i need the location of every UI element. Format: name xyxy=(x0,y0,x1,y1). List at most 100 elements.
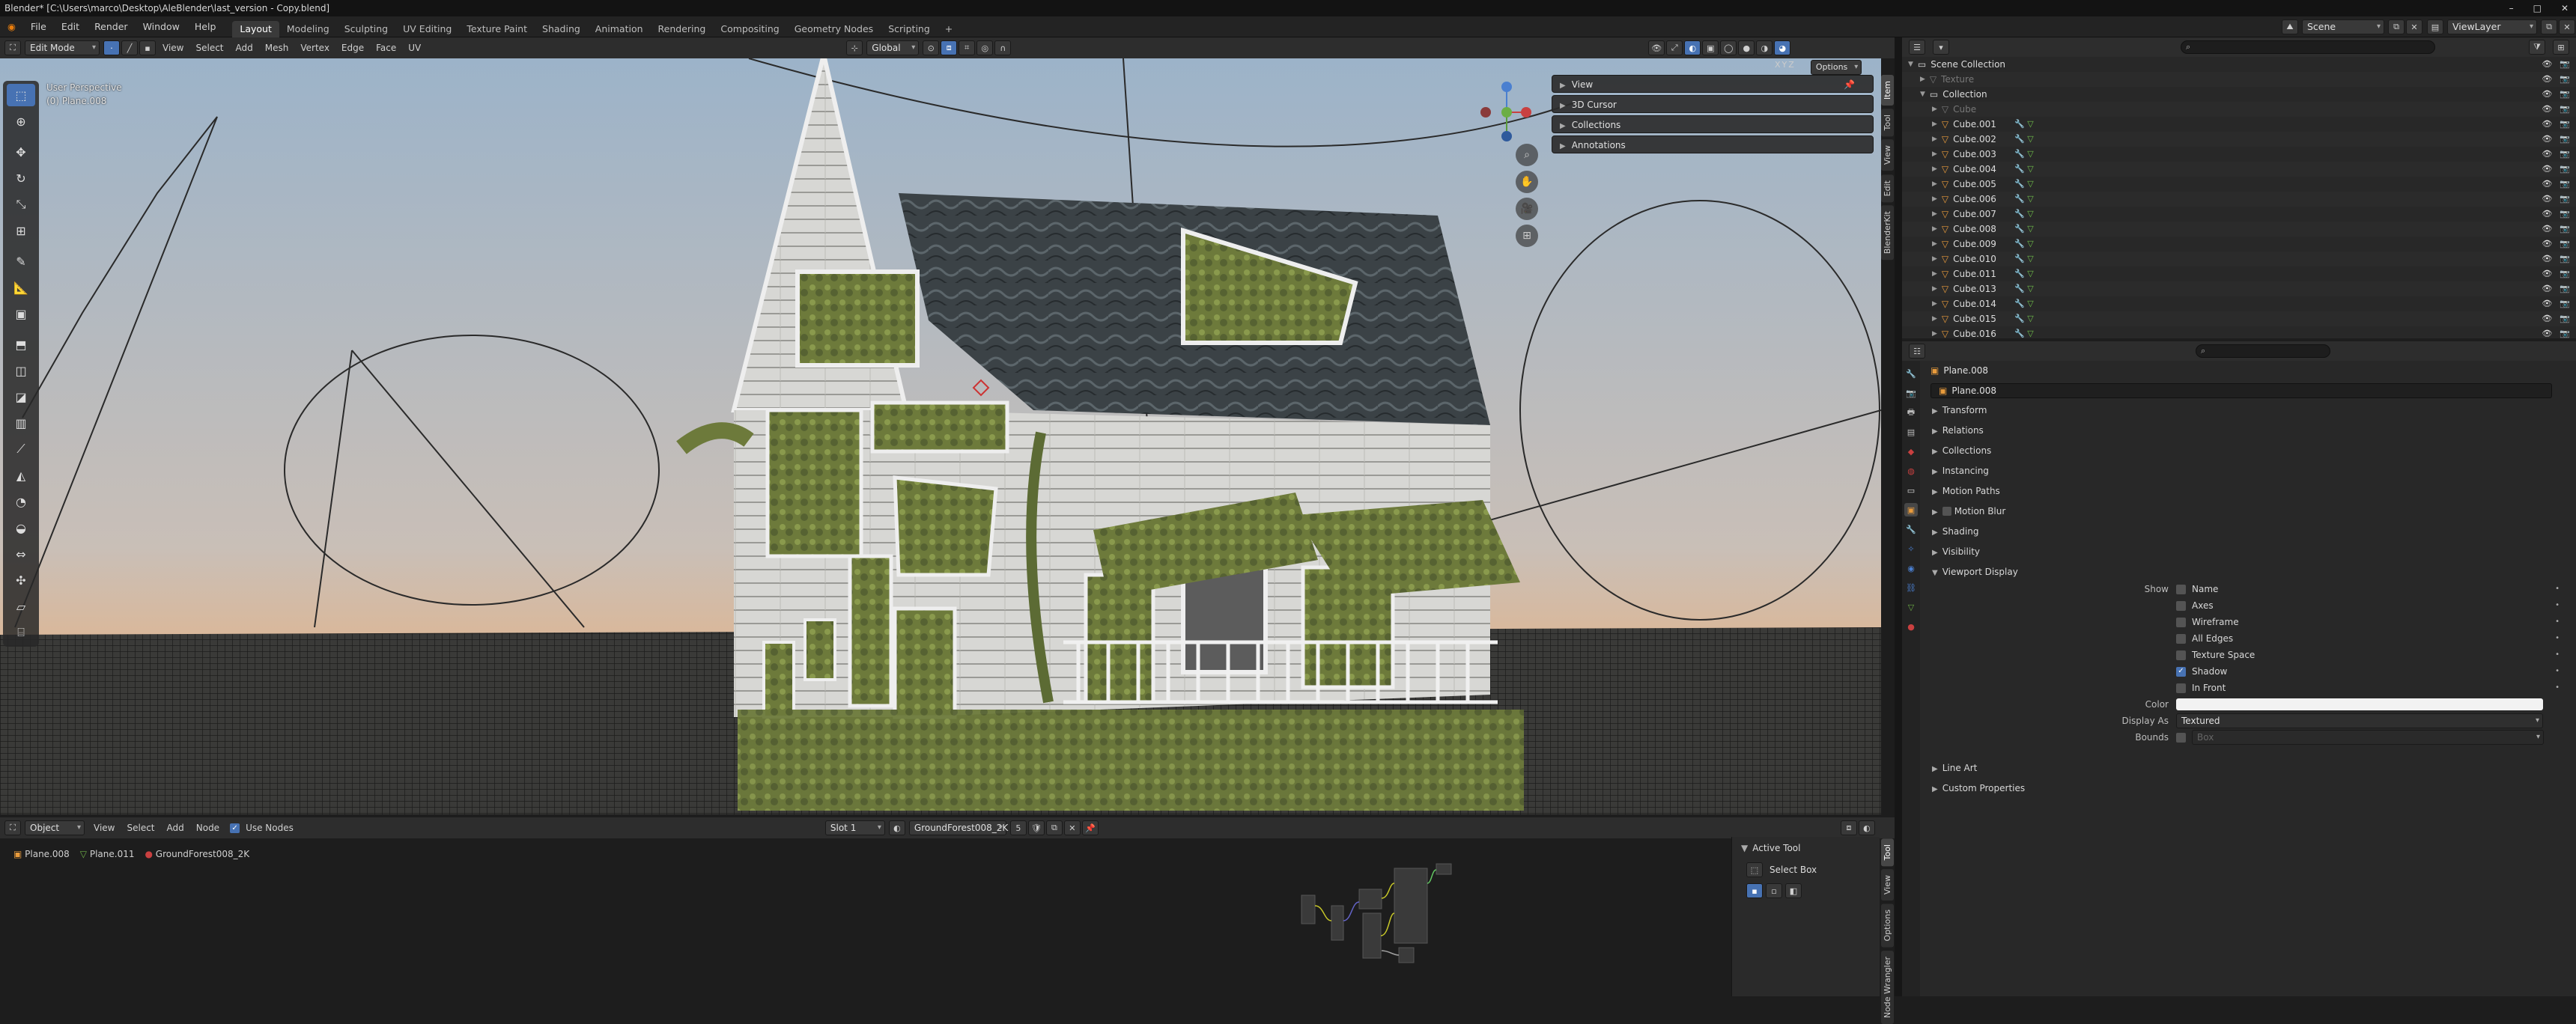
section-viewport-display[interactable]: ▼ Viewport Display xyxy=(1922,563,2576,581)
outliner-row[interactable]: ▶ ▽ Cube.006 🔧 ▽ 👁 📷 xyxy=(1902,192,2576,207)
cursor-tool-icon[interactable]: ⊕ xyxy=(7,110,35,132)
eye-icon[interactable]: 👁 xyxy=(2542,162,2552,177)
tab-blenderkit[interactable]: BlenderKit xyxy=(1880,204,1894,260)
tab-edit[interactable]: Edit xyxy=(1880,174,1894,202)
eye-icon[interactable]: 👁 xyxy=(2542,252,2552,266)
render-camera-icon[interactable]: 📷 xyxy=(2560,252,2570,266)
tab-modeling[interactable]: Modeling xyxy=(279,21,337,37)
expand-arrow-icon[interactable]: ▶ xyxy=(1932,177,1937,192)
material-tab-icon[interactable]: ● xyxy=(1904,620,1918,633)
pivot-icon[interactable]: ⊙ xyxy=(923,40,940,55)
render-camera-icon[interactable]: 📷 xyxy=(2560,207,2570,222)
pan-hand-icon[interactable]: ✋ xyxy=(1516,171,1538,193)
editor-type-icon[interactable]: ⛶ xyxy=(4,40,21,55)
outliner-search-input[interactable] xyxy=(2181,40,2435,54)
render-camera-icon[interactable]: 📷 xyxy=(2560,222,2570,237)
select-box-icon[interactable]: ⬚ xyxy=(1746,862,1763,877)
camera-view-icon[interactable]: 🎥 xyxy=(1516,198,1538,220)
node-tab-view[interactable]: View xyxy=(1880,869,1894,901)
expand-arrow-icon[interactable]: ▶ xyxy=(1932,222,1937,237)
filter-icon[interactable]: ⧩ xyxy=(2529,40,2545,55)
outliner-row[interactable]: ▶ ▽ Cube.007 🔧 ▽ 👁 📷 xyxy=(1902,207,2576,222)
new-scene-icon[interactable]: ⧉ xyxy=(2388,19,2405,34)
render-camera-icon[interactable]: 📷 xyxy=(2560,281,2570,296)
extrude-tool-icon[interactable]: ⬒ xyxy=(7,333,35,356)
delete-view-layer-icon[interactable]: ✕ xyxy=(2559,19,2575,34)
menu-window[interactable]: Window xyxy=(136,16,187,37)
eye-icon[interactable]: 👁 xyxy=(2542,177,2552,192)
expand-arrow-icon[interactable]: ▶ xyxy=(1932,162,1937,177)
shading-material-icon[interactable]: ◑ xyxy=(1756,40,1773,55)
menu-help[interactable]: Help xyxy=(187,16,224,37)
render-camera-icon[interactable]: 📷 xyxy=(2560,72,2570,87)
edge-slide-tool-icon[interactable]: ⇔ xyxy=(7,543,35,565)
option-checkbox[interactable] xyxy=(2176,683,2186,693)
fake-user-icon[interactable]: 🛡 xyxy=(1027,820,1045,835)
select-tool-icon[interactable]: ⬚ xyxy=(7,84,35,106)
face-select-icon[interactable]: ▪ xyxy=(139,40,156,55)
eye-icon[interactable]: 👁 xyxy=(2542,117,2552,132)
option-checkbox[interactable] xyxy=(2176,617,2186,627)
tab-layout[interactable]: Layout xyxy=(232,20,279,37)
shading-solid-icon[interactable]: ● xyxy=(1738,40,1755,55)
viewport-3d[interactable] xyxy=(0,58,1881,814)
world-tab-icon[interactable]: ◍ xyxy=(1904,464,1918,478)
keyframe-dot-icon[interactable]: • xyxy=(2555,680,2560,696)
falloff-icon[interactable]: ∩ xyxy=(994,40,1012,55)
expand-arrow-icon[interactable]: ▶ xyxy=(1932,237,1937,252)
section-relations[interactable]: ▶ Relations xyxy=(1922,421,2576,439)
eye-icon[interactable]: 👁 xyxy=(2542,266,2552,281)
slot-dropdown[interactable]: Slot 1 xyxy=(824,820,885,835)
expand-arrow-icon[interactable]: ▶ xyxy=(1932,147,1937,162)
navigation-gizmo[interactable] xyxy=(1475,78,1535,145)
node-menu-select[interactable]: Select xyxy=(121,820,160,836)
render-camera-icon[interactable]: 📷 xyxy=(2560,326,2570,341)
render-tab-icon[interactable]: 📷 xyxy=(1904,386,1918,400)
modifier-tab-icon[interactable]: 🔧 xyxy=(1904,522,1918,536)
overlays-icon[interactable]: ◐ xyxy=(1684,40,1701,55)
outliner-row[interactable]: ▶ ▽ Cube.001 🔧 ▽ 👁 📷 xyxy=(1902,117,2576,132)
expand-arrow-icon[interactable]: ▶ xyxy=(1932,266,1937,281)
display-mode-icon[interactable]: ▾ xyxy=(1933,40,1949,55)
close-button[interactable]: ✕ xyxy=(2561,0,2569,16)
ortho-grid-icon[interactable]: ⊞ xyxy=(1516,225,1538,247)
keyframe-dot-icon[interactable]: • xyxy=(2555,614,2560,630)
render-camera-icon[interactable]: 📷 xyxy=(2560,132,2570,147)
spin-tool-icon[interactable]: ◔ xyxy=(7,490,35,513)
eye-icon[interactable]: 👁 xyxy=(2542,57,2552,72)
option-checkbox[interactable] xyxy=(2176,584,2186,594)
tab-uv-editing[interactable]: UV Editing xyxy=(395,21,459,37)
expand-arrow-icon[interactable]: ▶ xyxy=(1932,207,1937,222)
eye-icon[interactable]: 👁 xyxy=(2542,132,2552,147)
node-tab-options[interactable]: Options xyxy=(1880,903,1894,948)
use-nodes-checkbox[interactable]: ✓ xyxy=(230,823,240,833)
properties-search-input[interactable] xyxy=(2196,344,2330,358)
minimize-button[interactable]: – xyxy=(2509,0,2514,16)
duplicate-material-icon[interactable]: ⧉ xyxy=(1045,820,1063,835)
tab-scripting[interactable]: Scripting xyxy=(881,21,938,37)
delete-scene-icon[interactable]: ✕ xyxy=(2406,19,2422,34)
section-instancing[interactable]: ▶ Instancing xyxy=(1922,462,2576,480)
eye-icon[interactable]: 👁 xyxy=(2542,102,2552,117)
outliner-row[interactable]: ▶ ▽ Cube.002 🔧 ▽ 👁 📷 xyxy=(1902,132,2576,147)
bounds-checkbox[interactable] xyxy=(2176,732,2186,743)
expand-arrow-icon[interactable]: ▶ xyxy=(1932,117,1937,132)
measure-tool-icon[interactable]: 📐 xyxy=(7,276,35,299)
collection-tab-icon[interactable]: ▭ xyxy=(1904,484,1918,497)
npanel-view[interactable]: ▶ View 📌 xyxy=(1552,75,1874,93)
view-layer-tab-icon[interactable]: ▤ xyxy=(1904,425,1918,439)
tab-animation[interactable]: Animation xyxy=(588,21,651,37)
node-menu-view[interactable]: View xyxy=(88,820,121,836)
expand-arrow-icon[interactable]: ▶ xyxy=(1932,281,1937,296)
outliner-row[interactable]: ▶ ▽ Cube.003 🔧 ▽ 👁 📷 xyxy=(1902,147,2576,162)
tab-shading[interactable]: Shading xyxy=(535,21,588,37)
scene-name-field[interactable]: Scene xyxy=(2302,19,2384,34)
npanel-3d-cursor[interactable]: ▶ 3D Cursor xyxy=(1552,95,1874,113)
xray-icon[interactable]: ▣ xyxy=(1702,40,1719,55)
render-camera-icon[interactable]: 📷 xyxy=(2560,117,2570,132)
menu-edge[interactable]: Edge xyxy=(335,40,370,56)
outliner-row[interactable]: ▶ ▽ Texture 👁 📷 xyxy=(1902,72,2576,87)
pin-node-tree-icon[interactable]: 📌 xyxy=(1081,820,1099,835)
move-tool-icon[interactable]: ✥ xyxy=(7,141,35,163)
shader-type-dropdown[interactable]: Object xyxy=(25,820,85,835)
